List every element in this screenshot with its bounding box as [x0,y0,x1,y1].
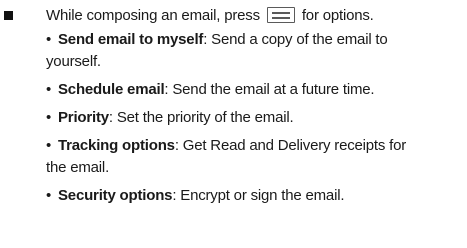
option-schedule-email: • Schedule email: Send the email at a fut… [46,79,458,101]
option-tracking-options: • Tracking options: Get Read and Delivery… [46,135,458,179]
option-term: Send email to myself [58,31,204,48]
option-description: : Get Read and Delivery receipts for [174,137,407,154]
intro-text-before: While composing an email, press [46,7,260,24]
option-term: Schedule email [58,81,165,98]
option-term: Tracking options [58,137,175,154]
instruction-page: While composing an email, press for opti… [0,0,467,248]
option-description: : Send a copy of the email to [203,31,388,48]
bullet-dot: • [46,187,52,204]
intro-text-after: for options. [301,7,374,24]
bullet-dot: • [46,81,52,98]
option-priority: • Priority: Set the priority of the email… [46,107,458,129]
bullet-dot: • [46,109,52,126]
bullet-dot: • [46,137,52,154]
option-description-continued: yourself. [46,53,101,70]
option-term: Priority [58,109,109,126]
option-description: : Encrypt or sign the email. [172,187,345,204]
square-bullet-icon [4,11,13,20]
intro-line: While composing an email, press for opti… [46,5,374,26]
option-send-email-to-myself: • Send email to myself: Send a copy of th… [46,29,458,73]
option-term: Security options [58,187,173,204]
menu-key-icon [266,7,295,23]
options-list: • Send email to myself: Send a copy of th… [46,29,458,213]
option-description: : Set the priority of the email. [108,109,294,126]
option-description-continued: the email. [46,159,110,176]
option-description: : Send the email at a future time. [164,81,375,98]
option-security-options: • Security options: Encrypt or sign the e… [46,185,458,207]
bullet-dot: • [46,31,52,48]
